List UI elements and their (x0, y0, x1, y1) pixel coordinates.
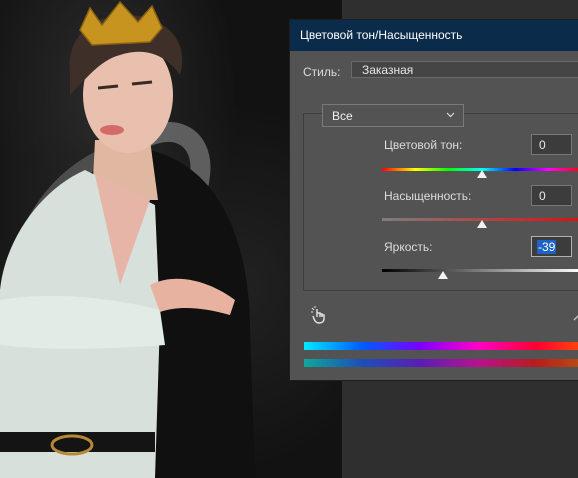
color-range-bar-input (304, 342, 578, 350)
hue-label: Цветовой тон: (384, 138, 463, 152)
saturation-label: Насыщенность: (384, 189, 472, 203)
lightness-input[interactable]: -39 (531, 236, 572, 257)
style-preset-value: Заказная (362, 63, 414, 77)
lightness-slider-track[interactable] (382, 269, 578, 272)
style-label: Стиль: (303, 65, 341, 79)
hue-slider-thumb[interactable] (477, 170, 487, 178)
hue-input[interactable]: 0 (531, 134, 572, 155)
style-preset-select[interactable]: Заказная (351, 61, 578, 78)
eyedropper-icon[interactable] (572, 310, 578, 322)
hue-value: 0 (539, 138, 546, 152)
saturation-value: 0 (539, 189, 546, 203)
lightness-slider-thumb[interactable] (438, 271, 448, 279)
lightness-value: -39 (537, 240, 557, 254)
saturation-input[interactable]: 0 (531, 185, 572, 206)
channel-select[interactable]: Все (322, 104, 464, 127)
hand-pointer-icon[interactable] (310, 306, 328, 324)
color-range-bar-output (304, 359, 578, 367)
saturation-slider-thumb[interactable] (477, 220, 487, 228)
lightness-label: Яркость: (384, 240, 433, 254)
hue-saturation-dialog[interactable]: Цветовой тон/Насыщенность Стиль: Заказна… (289, 19, 578, 381)
dialog-title: Цветовой тон/Насыщенность (300, 28, 463, 42)
dialog-titlebar[interactable]: Цветовой тон/Насыщенность (290, 20, 578, 51)
channel-value: Все (332, 109, 353, 123)
chevron-down-icon (446, 112, 455, 118)
